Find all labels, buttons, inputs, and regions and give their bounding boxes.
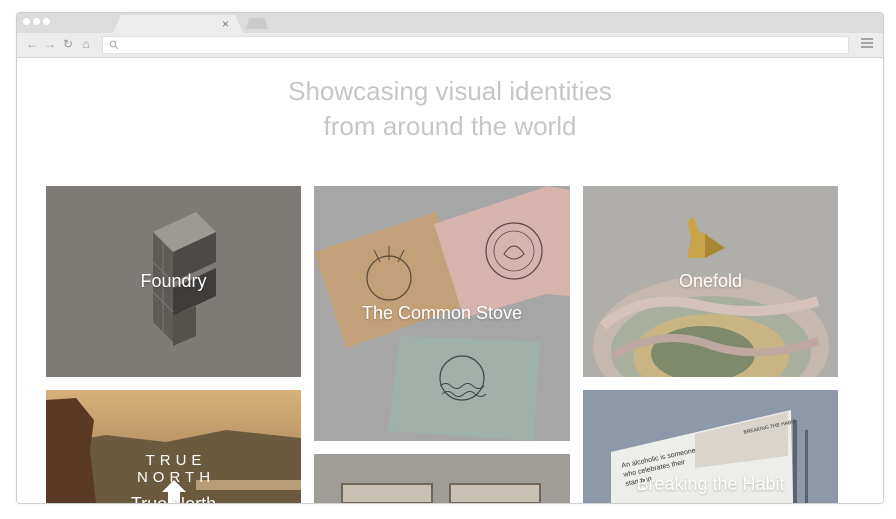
headline-line-2: from around the world bbox=[323, 111, 577, 141]
true-north-landscape-image bbox=[46, 390, 301, 503]
headline-line-1: Showcasing visual identities bbox=[288, 76, 612, 106]
window-minimize-dot[interactable] bbox=[33, 18, 40, 25]
window-maximize-dot[interactable] bbox=[43, 18, 50, 25]
card-the-common-stove[interactable]: The Common Stove bbox=[314, 186, 570, 441]
true-north-badge-text: TRUE NORTH bbox=[136, 452, 216, 486]
window-close-dot[interactable] bbox=[23, 18, 30, 25]
frames-image bbox=[314, 454, 570, 503]
card-breaking-the-habit[interactable]: An alcoholic is someone who celebrates t… bbox=[583, 390, 838, 503]
hamburger-menu-icon[interactable] bbox=[861, 38, 873, 50]
address-bar[interactable] bbox=[102, 36, 849, 54]
tab-bar: × bbox=[17, 13, 883, 33]
tab-close-icon[interactable]: × bbox=[222, 17, 229, 31]
card-breaking-the-habit-label: Breaking the Habit bbox=[636, 474, 785, 494]
browser-tab[interactable]: × bbox=[113, 15, 243, 33]
reload-icon[interactable]: ↻ bbox=[61, 37, 75, 51]
card-onefold[interactable]: Onefold bbox=[583, 186, 838, 377]
page-content: Showcasing visual identities from around… bbox=[17, 58, 883, 503]
card-foundry[interactable]: Foundry bbox=[46, 186, 301, 377]
card-the-common-stove-label: The Common Stove bbox=[361, 303, 523, 323]
search-icon bbox=[109, 40, 119, 50]
card-foundry-label: Foundry bbox=[140, 271, 207, 291]
home-icon[interactable]: ⌂ bbox=[79, 37, 93, 51]
card-true-north[interactable]: TRUE NORTH True North bbox=[46, 390, 301, 503]
page-headline: Showcasing visual identities from around… bbox=[17, 74, 883, 144]
browser-window: × ← → ↻ ⌂ Showcasing visual identities f… bbox=[16, 12, 884, 504]
card-frames[interactable] bbox=[314, 454, 570, 503]
browser-toolbar: ← → ↻ ⌂ bbox=[17, 33, 883, 58]
new-tab-button[interactable] bbox=[246, 18, 268, 29]
forward-icon[interactable]: → bbox=[43, 37, 57, 51]
back-icon[interactable]: ← bbox=[25, 37, 39, 51]
card-onefold-label: Onefold bbox=[678, 271, 743, 291]
card-true-north-label: True North bbox=[46, 494, 301, 503]
